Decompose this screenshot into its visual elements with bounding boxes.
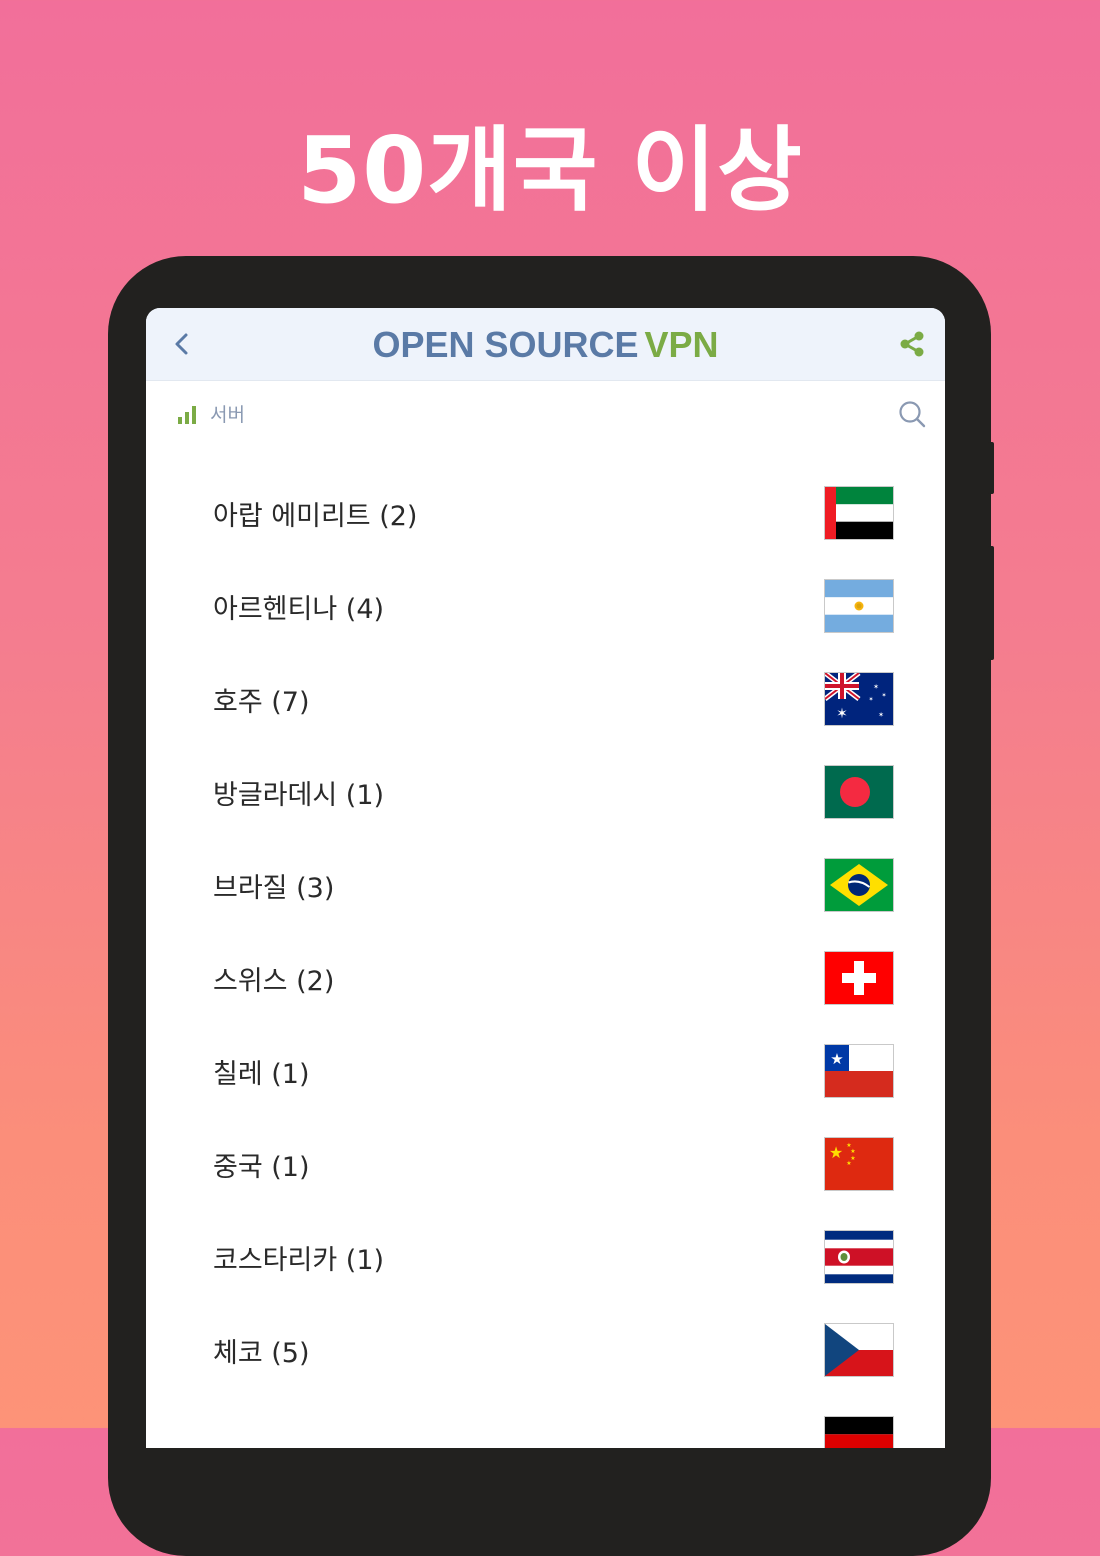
search-icon [899,401,926,428]
app-title-open-source: OPEN SOURCE [372,324,639,365]
server-subheader: 서버 [146,388,945,438]
flag-icon [825,1417,893,1448]
country-row-argentina[interactable]: 아르헨티나 (4) [146,559,945,652]
app-bar: OPEN SOURCE VPN [146,308,945,381]
costa-rica-flag-icon [825,1231,893,1283]
promo-headline: 50개국 이상 [297,117,803,224]
share-icon [900,331,924,357]
svg-text:✶: ✶ [881,692,886,699]
search-button[interactable] [894,396,930,432]
volume-button [988,442,994,494]
svg-text:★: ★ [829,1143,843,1162]
argentina-flag-icon [825,580,893,632]
uae-flag-icon [825,487,893,539]
svg-text:✶: ✶ [873,683,879,691]
country-row-switzerland[interactable]: 스위스 (2) [146,931,945,1024]
svg-text:✶: ✶ [836,706,848,722]
country-row-bangladesh[interactable]: 방글라데시 (1) [146,745,945,838]
country-name: 코스타리카 (1) [213,1245,385,1276]
country-name: 브라질 (3) [213,873,335,904]
svg-text:✶: ✶ [878,711,884,719]
country-name: 아르헨티나 (4) [213,594,385,625]
country-name: 칠레 (1) [213,1059,310,1090]
power-button [988,546,994,660]
country-name: 방글라데시 (1) [213,780,385,811]
switzerland-flag-icon [825,952,893,1004]
country-row-chile[interactable]: 칠레 (1) ★ [146,1024,945,1117]
country-row-uae[interactable]: 아랍 에미리트 (2) [146,466,945,559]
server-label: 서버 [210,404,245,426]
svg-text:★: ★ [850,1148,855,1155]
country-row-czech[interactable]: 체코 (5) [146,1303,945,1396]
country-row-costa-rica[interactable]: 코스타리카 (1) [146,1210,945,1303]
country-name: 중국 (1) [213,1152,310,1183]
brazil-flag-icon [825,859,893,911]
czech-flag-icon [825,1324,893,1376]
country-name: 아랍 에미리트 (2) [213,501,418,532]
country-name: 체코 (5) [213,1338,310,1369]
country-row-brazil[interactable]: 브라질 (3) [146,838,945,931]
country-row-partial[interactable] [146,1396,945,1448]
country-name: 스위스 (2) [213,966,335,997]
country-row-australia[interactable]: 호주 (7) ✶ ✶ ✶ ✶ ✶ [146,652,945,745]
china-flag-icon: ★ ★ ★ ★ ★ [825,1138,893,1190]
app-screen: OPEN SOURCE VPN 서버 아랍 에미리트 (2) 아르헨티나 (4)… [146,308,945,1448]
app-title: OPEN SOURCE VPN [146,324,945,366]
svg-text:★: ★ [846,1160,851,1167]
chile-flag-icon: ★ [825,1045,893,1097]
country-name: 호주 (7) [213,687,310,718]
australia-flag-icon: ✶ ✶ ✶ ✶ ✶ [825,673,893,725]
share-button[interactable] [894,326,930,362]
bangladesh-flag-icon [825,766,893,818]
svg-text:✶: ✶ [868,696,873,703]
svg-text:★: ★ [830,1050,843,1068]
country-row-china[interactable]: 중국 (1) ★ ★ ★ ★ ★ [146,1117,945,1210]
country-list: 아랍 에미리트 (2) 아르헨티나 (4) 호주 (7) ✶ ✶ ✶ ✶ ✶ 방… [146,466,945,1448]
signal-icon [178,406,198,424]
app-title-vpn: VPN [644,324,719,365]
